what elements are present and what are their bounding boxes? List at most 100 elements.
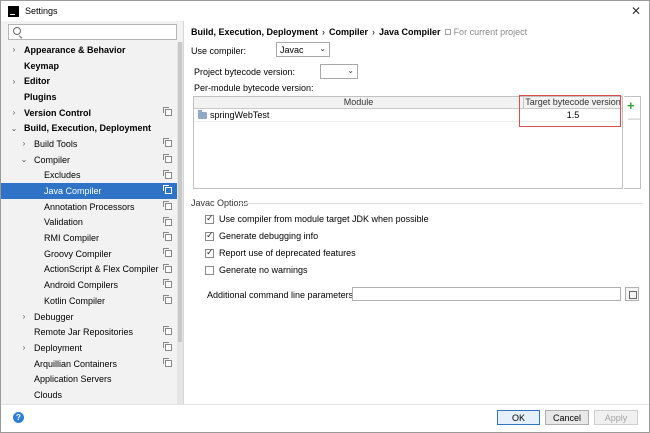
chevron-down-icon: ⌄ <box>319 44 326 53</box>
chevron-down-icon[interactable]: ⌄ <box>19 155 29 164</box>
checkbox[interactable] <box>205 213 214 224</box>
chevron-down-icon: ⌄ <box>347 66 354 75</box>
checkbox[interactable] <box>205 265 214 275</box>
sidebar-item-label: Keymap <box>24 60 60 71</box>
sidebar-item[interactable]: Plugins <box>1 89 177 105</box>
scope-label: For current project <box>453 27 528 37</box>
sidebar-item[interactable]: Validation <box>1 215 177 231</box>
sidebar-item-label: Compiler <box>34 154 71 165</box>
module-folder-icon <box>198 110 207 119</box>
title-bar: Settings ✕ <box>1 1 649 21</box>
sidebar-item[interactable]: Remote Jar Repositories <box>1 324 177 340</box>
intellij-logo-icon <box>8 5 19 17</box>
sidebar-item[interactable]: › Appearance & Behavior <box>1 42 177 58</box>
project-bytecode-select[interactable]: ⌄ <box>320 64 358 79</box>
settings-sidebar: › Appearance & Behavior Keymap › Editor Plugi… <box>1 21 184 404</box>
use-compiler-label: Use compiler: <box>191 46 247 56</box>
breadcrumb-part: Java Compiler <box>379 27 441 37</box>
scope-indicator: For current project <box>444 27 528 37</box>
sidebar-item-label: Groovy Compiler <box>44 248 112 259</box>
chevron-right-icon[interactable]: › <box>19 139 29 148</box>
sidebar-item[interactable]: › Deployment <box>1 340 177 356</box>
sidebar-item-label: Clouds <box>34 389 63 400</box>
sidebar-scrollbar[interactable] <box>177 42 183 404</box>
sidebar-item[interactable]: Keymap <box>1 58 177 74</box>
cancel-button[interactable]: Cancel <box>545 410 589 425</box>
sidebar-item[interactable]: Clouds <box>1 387 177 403</box>
scrollbar-thumb[interactable] <box>178 42 182 342</box>
module-cell: springWebTest <box>210 110 270 120</box>
sidebar-item[interactable]: Groovy Compiler <box>1 246 177 262</box>
sidebar-item-label: Validation <box>44 217 83 228</box>
breadcrumb-separator: › <box>322 27 326 37</box>
sidebar-item-label: ActionScript & Flex Compiler <box>44 264 159 275</box>
settings-dialog: Settings ✕ › Appearance & Behavior Keymap ›… <box>0 0 650 433</box>
java-compiler-panel: Build, Execution, Deployment › Compiler … <box>185 21 649 404</box>
option-label: Report use of deprecated features <box>219 248 356 258</box>
column-header-module[interactable]: Module <box>194 97 524 108</box>
sidebar-item[interactable]: ActionScript & Flex Compiler <box>1 262 177 278</box>
project-settings-icon <box>163 169 172 179</box>
additional-params-input[interactable] <box>352 287 621 301</box>
breadcrumb-part: Compiler <box>329 27 369 37</box>
target-version-highlight <box>519 95 621 127</box>
sidebar-item-label: Android Compilers <box>44 280 119 291</box>
sidebar-item-label: Build, Execution, Deployment <box>24 123 152 134</box>
chevron-right-icon[interactable]: › <box>19 343 29 352</box>
sidebar-item[interactable]: Excludes <box>1 168 177 184</box>
option-no-warnings[interactable]: Generate no warnings <box>205 265 308 275</box>
checkbox[interactable] <box>205 230 214 241</box>
project-settings-icon <box>163 232 172 242</box>
sidebar-item-label: Kotlin Compiler <box>44 295 106 306</box>
sidebar-item[interactable]: Kotlin Compiler <box>1 293 177 309</box>
sidebar-item[interactable]: RMI Compiler <box>1 230 177 246</box>
sidebar-item[interactable]: Arquillian Containers <box>1 356 177 372</box>
chevron-right-icon[interactable]: › <box>9 108 19 117</box>
project-bytecode-label: Project bytecode version: <box>194 67 296 77</box>
sidebar-item[interactable]: Annotation Processors <box>1 199 177 215</box>
option-deprecation[interactable]: Report use of deprecated features <box>205 247 356 258</box>
project-scope-icon <box>444 29 451 35</box>
help-icon[interactable]: ? <box>13 412 24 423</box>
chevron-right-icon[interactable]: › <box>9 77 19 86</box>
sidebar-item-label: Build Tools <box>34 138 78 149</box>
sidebar-item[interactable]: › Editor <box>1 73 177 89</box>
option-debug-info[interactable]: Generate debugging info <box>205 230 319 241</box>
ok-button[interactable]: OK <box>497 410 540 425</box>
window-title: Settings <box>25 6 58 16</box>
sidebar-item-label: Plugins <box>24 91 57 102</box>
sidebar-item[interactable]: Java Compiler <box>1 183 177 199</box>
search-input[interactable] <box>24 26 174 38</box>
remove-icon[interactable]: — <box>628 111 640 125</box>
sidebar-item-label: Debugger <box>34 311 74 322</box>
sidebar-item[interactable]: Application Servers <box>1 371 177 387</box>
breadcrumb-part: Build, Execution, Deployment <box>191 27 319 37</box>
settings-search-field[interactable] <box>8 24 177 40</box>
option-use-module-jdk[interactable]: Use compiler from module target JDK when… <box>205 213 429 224</box>
sidebar-item-label: Excludes <box>44 170 81 181</box>
sidebar-item[interactable]: › Build Tools <box>1 136 177 152</box>
sidebar-item[interactable]: ⌄ Build, Execution, Deployment <box>1 120 177 136</box>
sidebar-item-label: Application Servers <box>34 374 112 385</box>
expand-field-button[interactable] <box>625 287 639 301</box>
option-label: Generate debugging info <box>219 231 319 241</box>
close-icon[interactable]: ✕ <box>631 4 641 18</box>
apply-button[interactable]: Apply <box>594 410 638 425</box>
checkbox[interactable] <box>205 247 214 258</box>
breadcrumb-separator: › <box>372 27 376 37</box>
sidebar-item[interactable]: › Debugger <box>1 309 177 325</box>
sidebar-item-label: Annotation Processors <box>44 201 135 212</box>
chevron-right-icon[interactable]: › <box>9 45 19 54</box>
project-settings-icon <box>163 263 172 273</box>
chevron-right-icon[interactable]: › <box>19 312 29 321</box>
per-module-label: Per-module bytecode version: <box>194 83 314 93</box>
compiler-select[interactable]: Javac ⌄ <box>276 42 330 57</box>
chevron-down-icon[interactable]: ⌄ <box>9 124 19 133</box>
sidebar-item-label: Remote Jar Repositories <box>34 327 134 338</box>
project-settings-icon <box>163 295 172 304</box>
project-settings-icon <box>163 342 172 352</box>
sidebar-item-label: Editor <box>24 76 50 87</box>
sidebar-item[interactable]: Android Compilers <box>1 277 177 293</box>
sidebar-item[interactable]: ⌄ Compiler <box>1 152 177 168</box>
sidebar-item[interactable]: › Version Control <box>1 105 177 121</box>
